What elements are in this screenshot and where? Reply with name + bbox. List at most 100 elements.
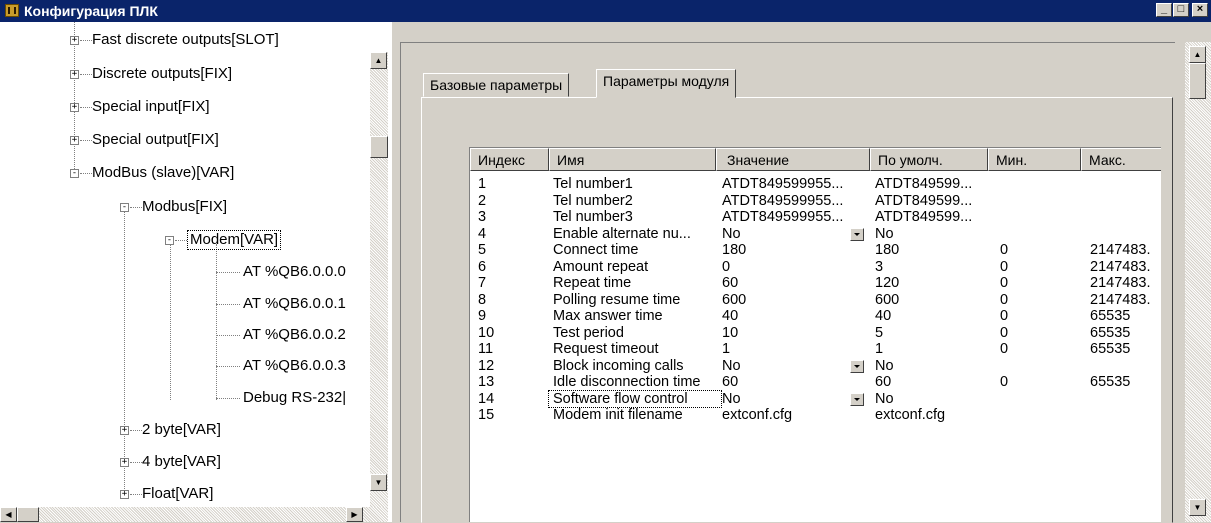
cell-index: 4 — [478, 225, 487, 242]
cell-default: 3 — [875, 258, 884, 275]
page-vertical-scrollbar[interactable]: ▲ ▼ — [1185, 42, 1211, 522]
pane-splitter[interactable] — [391, 22, 400, 522]
cell-value[interactable]: No — [722, 226, 862, 242]
cell-min — [1000, 193, 1080, 209]
scroll-right-arrow-icon[interactable]: ▶ — [346, 507, 363, 522]
cell-value[interactable]: 600 — [722, 292, 862, 308]
cell-index: 8 — [478, 291, 487, 308]
cell-min: 0 — [1000, 258, 1009, 275]
cell-max — [1090, 209, 1160, 225]
cell-name: Tel number3 — [553, 209, 633, 225]
scroll-left-arrow-icon[interactable]: ◀ — [0, 507, 17, 522]
cell-index: 7 — [478, 275, 487, 291]
expand-icon[interactable]: + — [120, 490, 129, 499]
cell-default: ATDT849599... — [875, 192, 973, 209]
minimize-button[interactable]: _ — [1156, 3, 1172, 17]
tree-connector-line — [216, 272, 240, 273]
cell-min — [1000, 176, 1080, 192]
cell-default: No — [875, 357, 894, 374]
expand-icon[interactable]: + — [70, 70, 79, 79]
scroll-down-arrow-icon[interactable]: ▼ — [370, 474, 387, 491]
scroll-up-arrow-icon[interactable]: ▲ — [1189, 46, 1206, 63]
collapse-icon[interactable]: - — [70, 169, 79, 178]
cell-value[interactable]: 1 — [722, 341, 862, 357]
cell-value[interactable]: 40 — [722, 308, 862, 324]
cell-max: 2147483. — [1090, 258, 1151, 275]
tab-basic-params[interactable]: Базовые параметры — [423, 73, 570, 97]
cell-min: 0 — [1000, 324, 1009, 341]
cell-index: 13 — [478, 374, 495, 390]
cell-value[interactable]: No — [722, 391, 862, 407]
cell-name: Polling resume time — [553, 291, 681, 308]
tree-connector-line — [80, 173, 92, 174]
maximize-button[interactable]: □ — [1173, 3, 1189, 17]
title-bar: Конфигурация ПЛК _ □ × — [0, 0, 1211, 22]
header-min[interactable]: Мин. — [988, 148, 1081, 171]
tree-node-label: Fast discrete outputs[SLOT] — [92, 31, 279, 48]
dropdown-arrow-icon[interactable] — [850, 359, 864, 373]
tree-horizontal-scrollbar[interactable]: ◀ ▶ — [0, 507, 388, 522]
cell-min: 0 — [1000, 275, 1009, 291]
cell-max — [1090, 226, 1160, 242]
tree-connector-line — [216, 366, 240, 367]
tree-node-label: Special output[FIX] — [92, 131, 219, 148]
scroll-up-arrow-icon[interactable]: ▲ — [370, 52, 387, 69]
expand-icon[interactable]: + — [70, 36, 79, 45]
window-title: Конфигурация ПЛК — [24, 3, 158, 19]
cell-max: 2147483. — [1090, 275, 1151, 291]
expand-icon[interactable]: + — [70, 103, 79, 112]
cell-value[interactable]: No — [722, 358, 862, 374]
cell-name: Max answer time — [553, 308, 663, 324]
header-index[interactable]: Индекс — [470, 148, 549, 171]
tree-connector-line — [80, 74, 92, 75]
dropdown-arrow-icon[interactable] — [850, 392, 864, 406]
tree-scroll-thumb[interactable] — [370, 136, 388, 158]
expand-icon[interactable]: + — [70, 136, 79, 145]
cell-value[interactable]: 10 — [722, 325, 862, 341]
cell-index: 9 — [478, 308, 487, 324]
cell-index: 12 — [478, 357, 495, 374]
cell-default: No — [875, 390, 894, 407]
cell-min: 0 — [1000, 291, 1009, 308]
tree-node-label: ModBus (slave)[VAR] — [92, 164, 235, 181]
collapse-icon[interactable]: - — [120, 203, 129, 212]
config-tree[interactable]: + Fast discrete outputs[SLOT] + Discrete ou… — [0, 22, 391, 522]
cell-value[interactable]: ATDT849599955... — [722, 176, 862, 192]
cell-index: 5 — [478, 242, 487, 258]
cell-value[interactable]: 60 — [722, 275, 862, 291]
tree-vertical-scrollbar[interactable]: ▲ ▼ — [370, 52, 388, 507]
dropdown-arrow-icon[interactable] — [850, 227, 864, 241]
page-scroll-thumb[interactable] — [1189, 63, 1206, 99]
tree-node-label: Discrete outputs[FIX] — [92, 65, 233, 82]
cell-name: Test period — [553, 324, 624, 341]
cell-value[interactable]: 180 — [722, 242, 862, 258]
cell-value[interactable]: 60 — [722, 374, 862, 390]
cell-index: 14 — [478, 390, 495, 407]
tree-connector-line — [170, 244, 171, 400]
cell-default: 180 — [875, 242, 900, 258]
cell-value[interactable]: extconf.cfg — [722, 407, 862, 423]
close-button[interactable]: × — [1192, 3, 1208, 17]
cell-max — [1090, 358, 1160, 374]
header-value[interactable]: Значение — [716, 148, 870, 171]
cell-min — [1000, 391, 1080, 407]
expand-icon[interactable]: + — [120, 426, 129, 435]
tree-connector-line — [130, 430, 142, 431]
cell-value[interactable]: 0 — [722, 259, 862, 275]
cell-max: 65535 — [1090, 374, 1131, 390]
header-max[interactable]: Макс. — [1081, 148, 1161, 171]
tree-hscroll-thumb[interactable] — [17, 507, 39, 522]
tree-connector-line — [130, 207, 142, 208]
collapse-icon[interactable]: - — [165, 236, 174, 245]
header-name[interactable]: Имя — [549, 148, 716, 171]
cell-value[interactable]: ATDT849599955... — [722, 209, 862, 225]
expand-icon[interactable]: + — [120, 458, 129, 467]
cell-index: 15 — [478, 407, 495, 423]
cell-value[interactable]: ATDT849599955... — [722, 193, 862, 209]
cell-min — [1000, 407, 1080, 423]
cell-max — [1090, 176, 1160, 192]
header-default[interactable]: По умолч. — [870, 148, 988, 171]
scroll-down-arrow-icon[interactable]: ▼ — [1189, 499, 1206, 516]
tree-connector-line — [175, 240, 187, 241]
tab-module-params[interactable]: Параметры модуля — [596, 69, 737, 98]
